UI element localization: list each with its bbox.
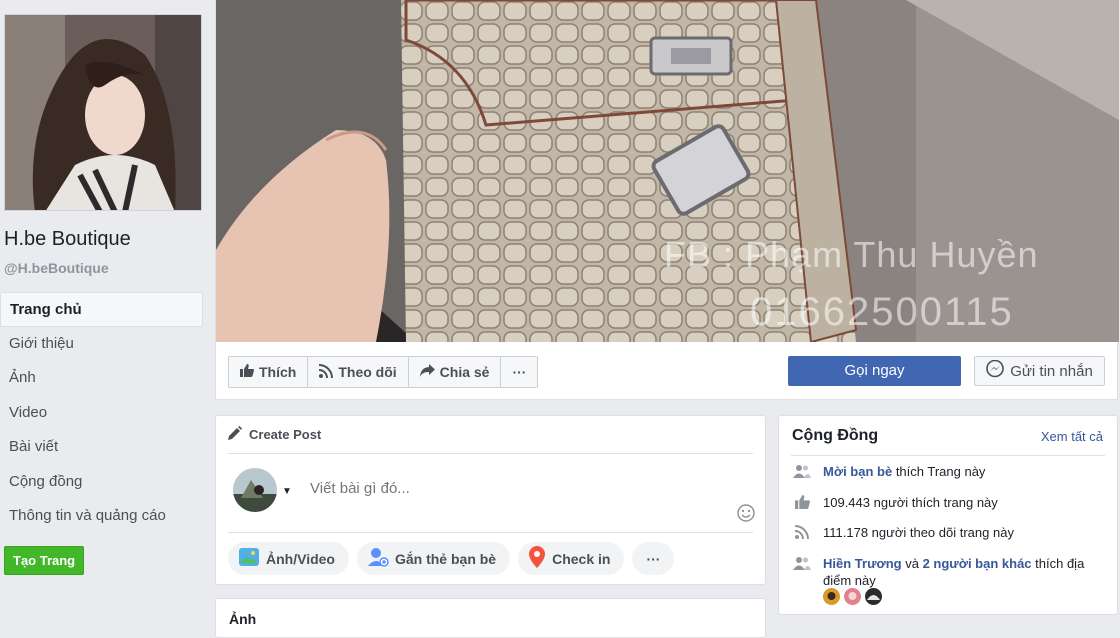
friend-avatar[interactable] — [844, 588, 861, 605]
invite-friends-row: Mời bạn bè thích Trang này — [791, 463, 1107, 480]
like-button[interactable]: Thích — [229, 357, 309, 387]
other-friends-link[interactable]: 2 người bạn khác — [923, 556, 1032, 571]
thumbs-up-icon — [240, 364, 255, 380]
create-post-header[interactable]: Create Post — [228, 426, 321, 443]
cover-watermark-phone: 01662500115 — [750, 290, 1014, 334]
left-sidebar: H.be Boutique @H.beBoutique Trang chủ Gi… — [0, 0, 210, 621]
nav-item-videos[interactable]: Video — [0, 396, 203, 431]
divider — [791, 455, 1105, 456]
rss-icon — [791, 524, 813, 541]
community-title[interactable]: Cộng Đồng — [792, 427, 878, 445]
poster-avatar[interactable] — [233, 468, 277, 512]
friend-avatar[interactable] — [865, 588, 882, 605]
check-in-label: Check in — [552, 550, 611, 567]
divider — [228, 453, 753, 454]
more-actions-button[interactable]: ··· — [501, 357, 537, 387]
create-page-button[interactable]: Tạo Trang — [4, 546, 85, 575]
people-icon — [791, 463, 813, 480]
share-arrow-icon — [419, 364, 435, 380]
follows-count-text: 111.178 người theo dõi trang này — [823, 525, 1014, 540]
more-dots-icon: ··· — [646, 550, 661, 567]
friend-avatar[interactable] — [823, 588, 840, 605]
see-all-link[interactable]: Xem tất cả — [1041, 429, 1103, 444]
follows-row: 111.178 người theo dõi trang này — [791, 524, 1107, 541]
likes-row: 109.443 người thích trang này — [791, 494, 1107, 511]
tag-friends-label: Gắn thẻ bạn bè — [394, 550, 497, 567]
nav-item-info-and-ads[interactable]: Thông tin và quảng cáo — [0, 499, 203, 534]
invite-friends-text: Mời bạn bè thích Trang này — [823, 463, 985, 480]
post-composer-input[interactable] — [308, 479, 712, 498]
people-icon — [791, 555, 813, 589]
friends-like-row: Hiền Trương và 2 người bạn khác thích đị… — [791, 555, 1107, 589]
tag-friends-button[interactable]: Gắn thẻ bạn bè — [356, 542, 511, 575]
divider — [228, 532, 753, 533]
photos-card-title[interactable]: Ảnh — [229, 611, 256, 627]
check-in-button[interactable]: Check in — [518, 542, 625, 575]
pencil-icon — [228, 426, 242, 443]
location-pin-icon — [528, 546, 546, 571]
nav-item-posts[interactable]: Bài viết — [0, 430, 203, 465]
share-label: Chia sẻ — [439, 364, 490, 380]
photo-video-label: Ảnh/Video — [266, 550, 335, 567]
call-now-button[interactable]: Gọi ngay — [788, 356, 961, 386]
profile-picture[interactable] — [4, 14, 202, 211]
follow-button[interactable]: Theo dõi — [308, 357, 409, 387]
send-message-button[interactable]: Gửi tin nhắn — [974, 356, 1105, 386]
page-action-bar: Thích Theo dõi Chia sẻ ··· — [228, 356, 539, 388]
composer-actions: Ảnh/Video Gắn thẻ bạn bè Check in ··· — [228, 542, 675, 575]
more-composer-options-button[interactable]: ··· — [632, 542, 675, 575]
nav-item-home[interactable]: Trang chủ — [0, 292, 203, 327]
friend-name-link[interactable]: Hiền Trương — [823, 556, 902, 571]
send-message-label: Gửi tin nhắn — [1010, 362, 1093, 380]
cover-watermark-name: FB : Phạm Thu Huyền — [664, 234, 1039, 275]
nav-item-about[interactable]: Giới thiệu — [0, 327, 203, 362]
more-dots-icon: ··· — [512, 364, 527, 380]
invite-friends-link[interactable]: Mời bạn bè — [823, 464, 892, 479]
follow-label: Theo dõi — [338, 364, 397, 380]
photo-icon — [238, 547, 260, 570]
emoji-icon[interactable] — [737, 504, 755, 527]
create-post-card: Create Post ▼ Ảnh/Video Gắn thẻ bạn bè — [215, 415, 766, 585]
nav-item-photos[interactable]: Ảnh — [0, 361, 203, 396]
friend-and-text: và — [901, 556, 923, 571]
share-button[interactable]: Chia sẻ — [409, 357, 502, 387]
page-name[interactable]: H.be Boutique — [4, 228, 131, 251]
like-label: Thích — [259, 364, 297, 380]
cover-photo[interactable]: FB : Phạm Thu Huyền 01662500115 — [216, 0, 1119, 342]
friends-like-text: Hiền Trương và 2 người bạn khác thích đị… — [823, 555, 1107, 589]
page-nav: Trang chủ Giới thiệu Ảnh Video Bài viết … — [0, 292, 203, 534]
cover-section: FB : Phạm Thu Huyền 01662500115 Thích Th… — [215, 0, 1119, 400]
community-card: Cộng Đồng Xem tất cả Mời bạn bè thích Tr… — [778, 415, 1118, 615]
rss-icon — [319, 363, 334, 381]
invite-friends-rest: thích Trang này — [892, 464, 986, 479]
chevron-down-icon[interactable]: ▼ — [282, 486, 292, 497]
likes-count-text: 109.443 người thích trang này — [823, 495, 998, 510]
friend-avatars — [823, 588, 882, 605]
photos-card: Ảnh — [215, 598, 766, 638]
messenger-icon — [986, 359, 1005, 382]
nav-item-community[interactable]: Cộng đồng — [0, 465, 203, 500]
page-handle[interactable]: @H.beBoutique — [4, 260, 109, 276]
photo-video-button[interactable]: Ảnh/Video — [228, 542, 349, 575]
tag-friends-icon — [367, 546, 389, 571]
thumbs-up-icon — [791, 494, 813, 511]
create-post-title: Create Post — [249, 427, 322, 442]
